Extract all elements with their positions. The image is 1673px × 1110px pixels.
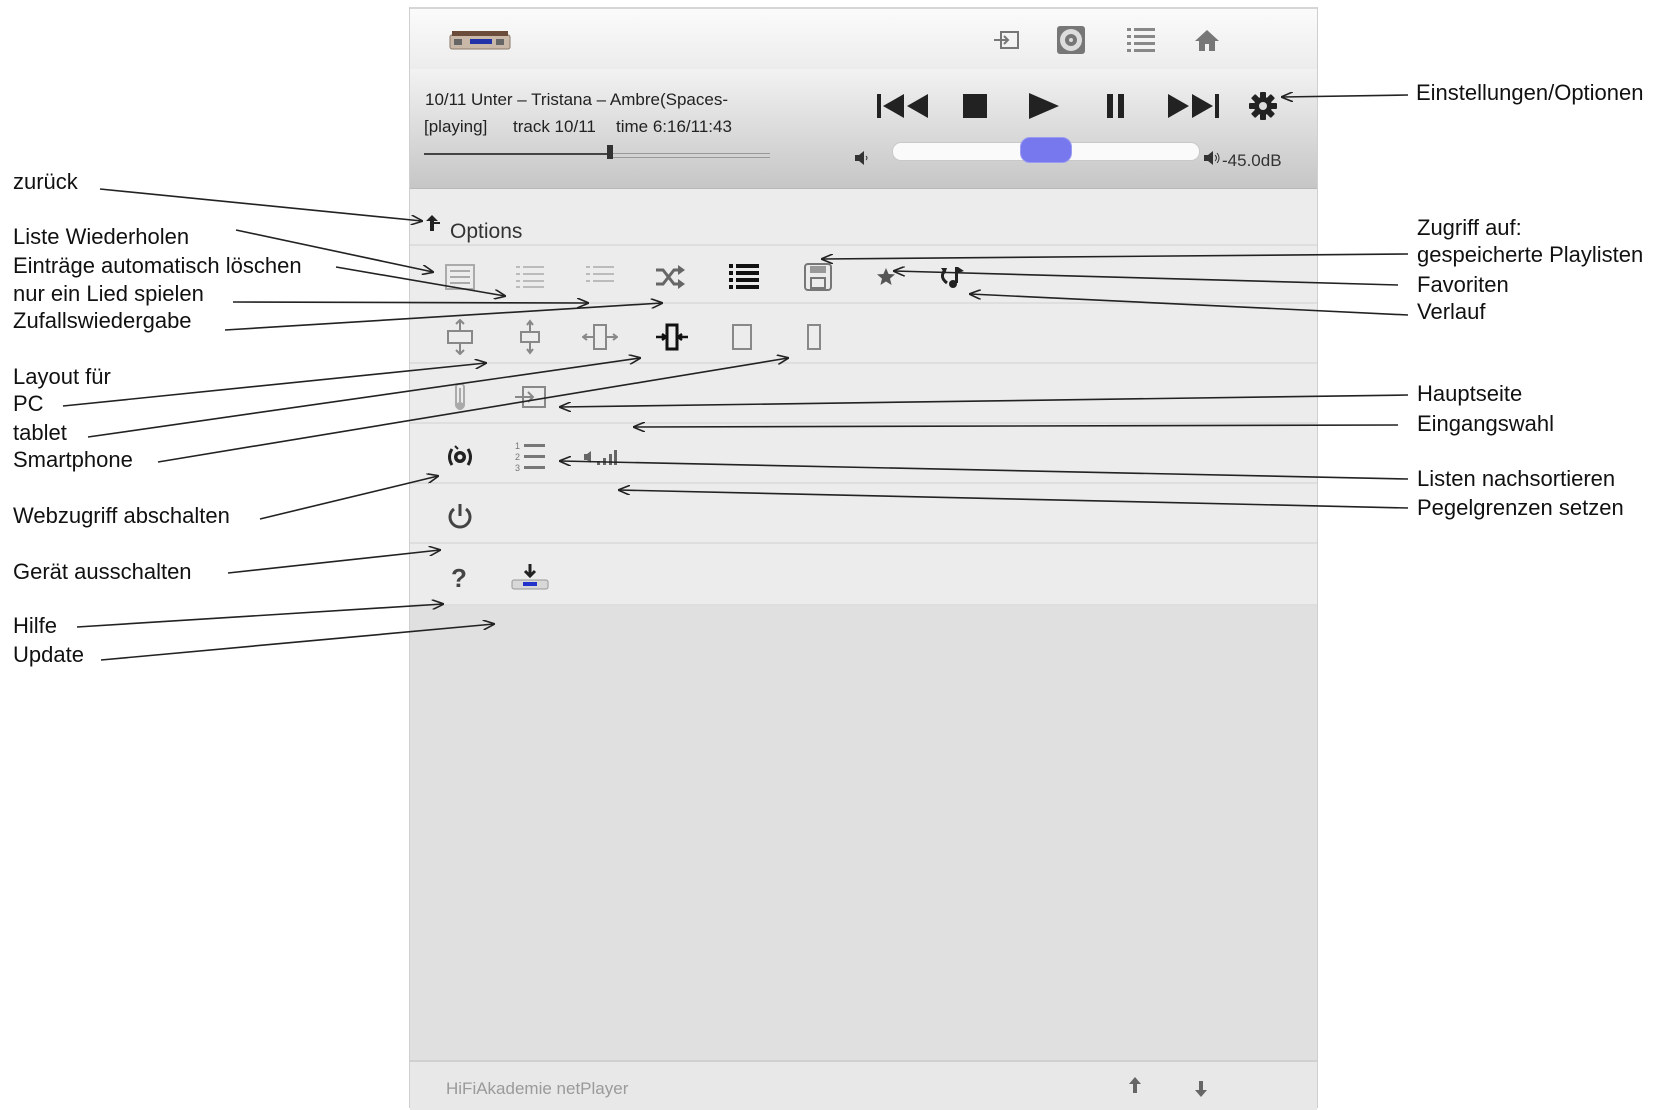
svg-text:2: 2 <box>515 452 520 462</box>
options-header-row <box>410 189 1317 246</box>
top-bar <box>410 7 1317 71</box>
callout-help: Hilfe <box>13 613 58 638</box>
svg-text:1: 1 <box>515 441 520 451</box>
callout-input-select: Eingangswahl <box>1417 411 1554 436</box>
level-limits-icon[interactable] <box>580 437 620 477</box>
home-icon[interactable] <box>1190 23 1224 57</box>
callout-resort-lists: Listen nachsortieren <box>1417 466 1616 491</box>
callout-pc: PC <box>13 391 44 416</box>
svg-text:?: ? <box>451 563 467 591</box>
volume-thumb[interactable] <box>1020 137 1072 163</box>
repeat-list-icon[interactable] <box>440 257 480 297</box>
callout-update: Update <box>13 642 84 667</box>
favorites-star-icon[interactable] <box>866 257 906 297</box>
callout-single-song: nur ein Lied spielen <box>13 281 204 306</box>
power-icon[interactable] <box>440 497 480 537</box>
playlist-icon[interactable] <box>1124 23 1158 57</box>
power-row <box>410 484 1317 544</box>
callout-repeat-list: Liste Wiederholen <box>13 224 190 249</box>
shuffle-icon[interactable] <box>650 257 690 297</box>
callout-auto-delete: Einträge automatisch löschen <box>13 253 302 278</box>
update-icon[interactable] <box>510 557 550 597</box>
time-readout: time 6:16/11:43 <box>616 117 732 136</box>
layout-pc-icon[interactable] <box>440 317 480 357</box>
numbered-list-icon[interactable]: 123 <box>510 437 550 477</box>
help-icon[interactable]: ? <box>440 557 480 597</box>
next-button[interactable] <box>1165 85 1221 127</box>
callout-settings: Einstellungen/Optionen <box>1416 80 1644 105</box>
track-counter: track 10/11 <box>513 117 596 136</box>
callout-saved-playlists: gespeicherte Playlisten <box>1417 242 1644 267</box>
callout-layout: Layout für <box>13 364 111 389</box>
progress-bar[interactable] <box>424 153 770 158</box>
auto-delete-icon[interactable] <box>510 257 550 297</box>
cd-icon[interactable] <box>1054 23 1088 57</box>
play-button[interactable] <box>1024 85 1064 127</box>
callout-shuffle: Zufallswiedergabe <box>13 308 192 333</box>
single-song-icon[interactable] <box>580 257 620 297</box>
callout-web-access: Webzugriff abschalten <box>13 503 230 528</box>
play-status: [playing] <box>424 117 488 136</box>
saved-playlists-icon[interactable] <box>798 257 838 297</box>
scroll-up-icon[interactable] <box>1128 1076 1142 1099</box>
layout-smartphone-icon[interactable] <box>652 317 692 357</box>
callout-level-limits: Pegelgrenzen setzen <box>1417 495 1624 520</box>
web-access-icon[interactable] <box>440 437 480 477</box>
callout-history: Verlauf <box>1417 299 1486 324</box>
volume-high-icon <box>1203 150 1221 171</box>
history-icon[interactable] <box>932 257 972 297</box>
previous-button[interactable] <box>875 85 931 127</box>
footer: HiFiAkademie netPlayer <box>410 1060 1317 1110</box>
layout-narrow-icon[interactable] <box>722 317 762 357</box>
callout-smartphone: Smartphone <box>13 447 133 472</box>
callout-favorites: Favoriten <box>1417 272 1509 297</box>
input-selection-icon[interactable] <box>510 377 550 417</box>
input-select-icon[interactable] <box>989 23 1023 57</box>
callout-saved-access: Zugriff auf: <box>1417 215 1522 240</box>
layout-compact-icon[interactable] <box>510 317 550 357</box>
volume-readout: -45.0dB <box>1222 151 1282 170</box>
layout-tablet-icon[interactable] <box>580 317 620 357</box>
device-image <box>449 31 511 50</box>
netplayer-app: 10/11 Unter – Tristana – Ambre(Spaces- [… <box>409 7 1318 1110</box>
scroll-down-icon[interactable] <box>1194 1080 1208 1103</box>
callout-power-off: Gerät ausschalten <box>13 559 192 584</box>
callout-tablet: tablet <box>13 420 67 445</box>
playlist-list-icon[interactable] <box>724 257 764 297</box>
svg-text:3: 3 <box>515 463 520 473</box>
stop-button[interactable] <box>957 85 993 127</box>
main-page-icon[interactable] <box>440 377 480 417</box>
options-title: Options <box>450 220 523 243</box>
progress-thumb[interactable] <box>607 145 613 159</box>
back-icon[interactable] <box>424 213 442 238</box>
volume-low-icon <box>853 150 871 171</box>
now-playing-title: 10/11 Unter – Tristana – Ambre(Spaces- <box>425 90 729 109</box>
pause-button[interactable] <box>1098 85 1134 127</box>
layout-narrowest-icon[interactable] <box>794 317 834 357</box>
callout-back: zurück <box>13 169 78 194</box>
settings-gear-icon[interactable] <box>1245 85 1281 127</box>
callout-main-page: Hauptseite <box>1417 381 1523 406</box>
footer-label: HiFiAkademie netPlayer <box>446 1079 629 1098</box>
